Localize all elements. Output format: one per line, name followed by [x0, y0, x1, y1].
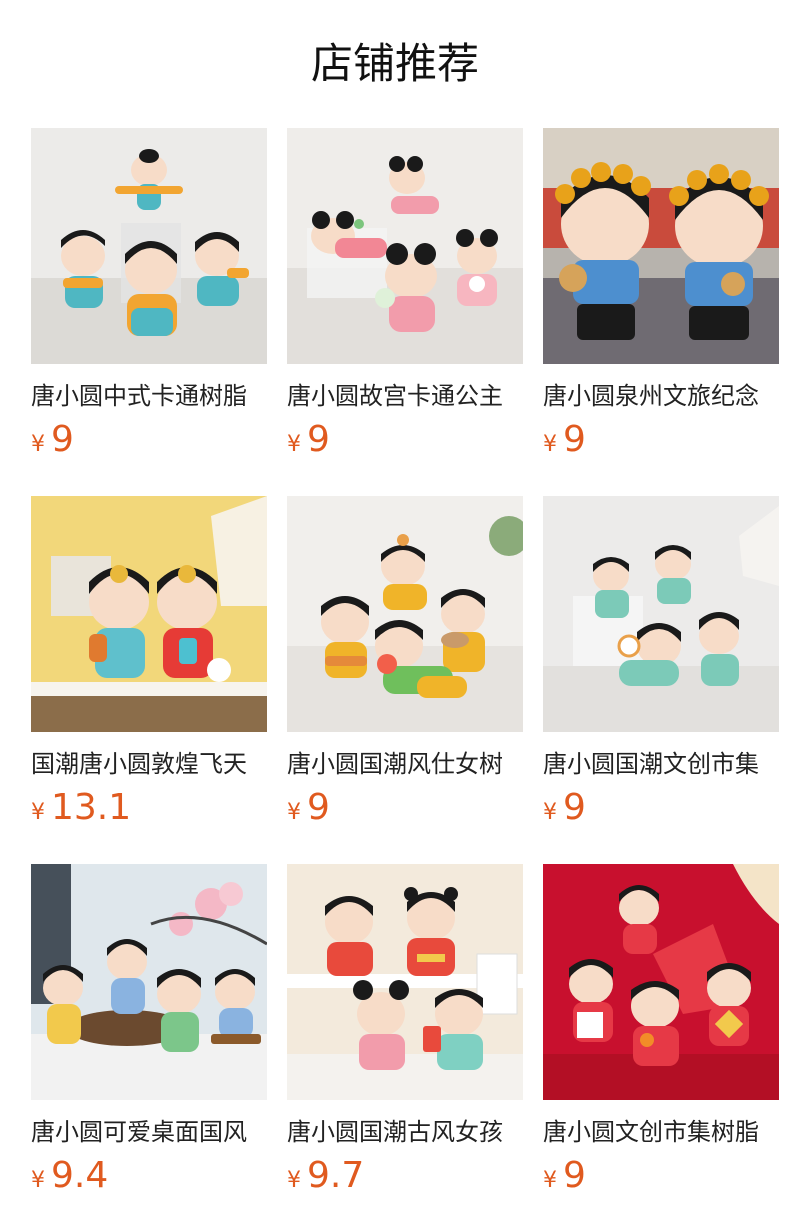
- product-price: ¥9: [287, 788, 523, 828]
- product-price: ¥9: [31, 420, 267, 460]
- product-price: ¥9.4: [31, 1156, 267, 1196]
- price-value: 9: [307, 419, 330, 460]
- product-name[interactable]: 国潮唐小圆敦煌飞天: [31, 749, 267, 779]
- store-recommendations: 店铺推荐 唐小圆中式卡通树脂 ¥ 9 唐小圆故宫卡通公主 ¥ 9 唐小圆泉州文旅…: [0, 0, 790, 1232]
- price-value: 9: [51, 419, 74, 460]
- price-value: 9: [307, 787, 330, 828]
- price-value: 9.4: [51, 1155, 109, 1196]
- price-value: 13.1: [51, 787, 132, 828]
- currency-symbol: ¥: [31, 1168, 45, 1193]
- currency-symbol: ¥: [543, 800, 557, 825]
- product-name[interactable]: 唐小圆国潮风仕女树: [287, 749, 523, 779]
- currency-symbol: ¥: [287, 432, 301, 457]
- product-price: ¥9.7: [287, 1156, 523, 1196]
- product-image[interactable]: [287, 496, 523, 732]
- product-image[interactable]: [31, 496, 267, 732]
- product-name[interactable]: 唐小圆国潮文创市集: [543, 749, 779, 779]
- currency-symbol: ¥: [31, 800, 45, 825]
- product-card[interactable]: 唐小圆国潮古风女孩 ¥9.7: [287, 864, 523, 1232]
- product-card[interactable]: 唐小圆泉州文旅纪念 ¥9: [543, 128, 779, 496]
- product-card[interactable]: 唐小圆中式卡通树脂 ¥9: [31, 128, 267, 496]
- currency-symbol: ¥: [287, 1168, 301, 1193]
- product-card[interactable]: 唐小圆可爱桌面国风 ¥9.4: [31, 864, 267, 1232]
- product-image[interactable]: [287, 864, 523, 1100]
- product-image[interactable]: [31, 128, 267, 364]
- product-price: ¥9: [543, 1156, 779, 1196]
- product-card[interactable]: 唐小圆故宫卡通公主 ¥9: [287, 128, 523, 496]
- product-image[interactable]: [543, 128, 779, 364]
- product-image[interactable]: [543, 496, 779, 732]
- price-value: 9.7: [307, 1155, 365, 1196]
- currency-symbol: ¥: [543, 432, 557, 457]
- currency-symbol: ¥: [543, 1168, 557, 1193]
- section-title: 店铺推荐: [310, 39, 479, 88]
- product-image[interactable]: [543, 864, 779, 1100]
- product-card[interactable]: 唐小圆文创市集树脂 ¥9: [543, 864, 779, 1232]
- product-name[interactable]: 唐小圆文创市集树脂: [543, 1117, 779, 1147]
- product-name[interactable]: 唐小圆可爱桌面国风: [31, 1117, 267, 1147]
- currency-symbol: ¥: [31, 432, 45, 457]
- product-card[interactable]: 唐小圆国潮风仕女树 ¥9: [287, 496, 523, 864]
- product-name[interactable]: 唐小圆故宫卡通公主: [287, 381, 523, 411]
- product-price: ¥13.1: [31, 788, 267, 828]
- product-name[interactable]: 唐小圆泉州文旅纪念: [543, 381, 779, 411]
- product-name[interactable]: 唐小圆中式卡通树脂: [31, 381, 267, 411]
- product-price: ¥9: [543, 788, 779, 828]
- product-card[interactable]: 唐小圆国潮文创市集 ¥9: [543, 496, 779, 864]
- price-value: 9: [563, 1155, 586, 1196]
- price-value: 9: [563, 787, 586, 828]
- currency-symbol: ¥: [287, 800, 301, 825]
- product-card[interactable]: 国潮唐小圆敦煌飞天 ¥13.1: [31, 496, 267, 864]
- price-value: 9: [563, 419, 586, 460]
- product-grid: 唐小圆中式卡通树脂 ¥9 唐小圆故宫卡通公主 ¥ 9 唐小圆泉州文旅纪念 ¥ 9…: [31, 128, 790, 1232]
- product-price: ¥9: [287, 420, 523, 460]
- product-image[interactable]: [31, 864, 267, 1100]
- product-price: ¥9: [543, 420, 779, 460]
- product-image[interactable]: [287, 128, 523, 364]
- product-name[interactable]: 唐小圆国潮古风女孩: [287, 1117, 523, 1147]
